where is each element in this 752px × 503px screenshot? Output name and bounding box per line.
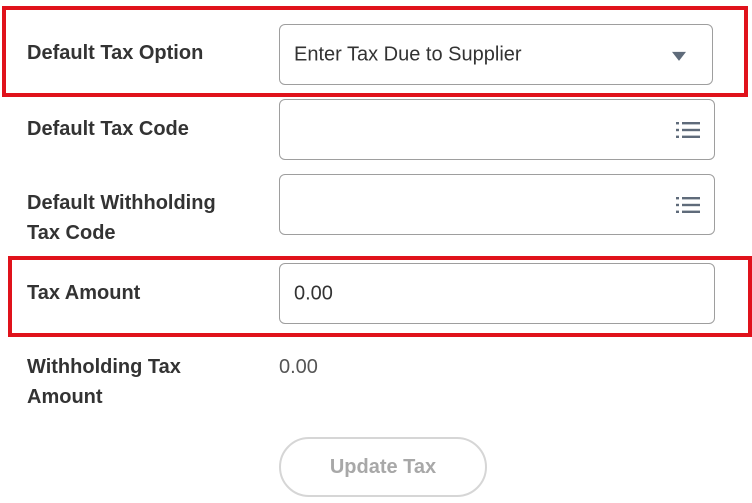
- default-tax-option-label: Default Tax Option: [27, 42, 204, 64]
- chevron-down-icon: [672, 51, 686, 61]
- withholding-tax-amount-label-line1: Withholding Tax: [27, 356, 181, 378]
- default-tax-option-select[interactable]: Enter Tax Due to Supplier: [279, 24, 713, 85]
- withholding-tax-amount-value: 0.00: [279, 356, 318, 378]
- tax-amount-value: 0.00: [294, 282, 333, 304]
- withholding-tax-amount-label: Withholding Tax Amount: [27, 352, 181, 412]
- default-withholding-tax-code-prompt[interactable]: [279, 174, 715, 235]
- default-tax-code-label: Default Tax Code: [27, 118, 189, 140]
- list-icon[interactable]: [676, 196, 700, 214]
- default-withholding-tax-code-label: Default Withholding Tax Code: [27, 188, 216, 248]
- withholding-tax-amount-label-line2: Amount: [27, 386, 103, 408]
- list-icon[interactable]: [676, 121, 700, 139]
- update-tax-button[interactable]: Update Tax: [279, 437, 487, 497]
- default-tax-code-prompt[interactable]: [279, 99, 715, 160]
- default-withholding-tax-code-label-line1: Default Withholding: [27, 192, 216, 214]
- default-withholding-tax-code-label-line2: Tax Code: [27, 222, 116, 244]
- tax-amount-input[interactable]: 0.00: [279, 263, 715, 324]
- tax-amount-label: Tax Amount: [27, 282, 141, 304]
- default-tax-option-value: Enter Tax Due to Supplier: [294, 43, 522, 65]
- update-tax-button-label: Update Tax: [329, 455, 437, 478]
